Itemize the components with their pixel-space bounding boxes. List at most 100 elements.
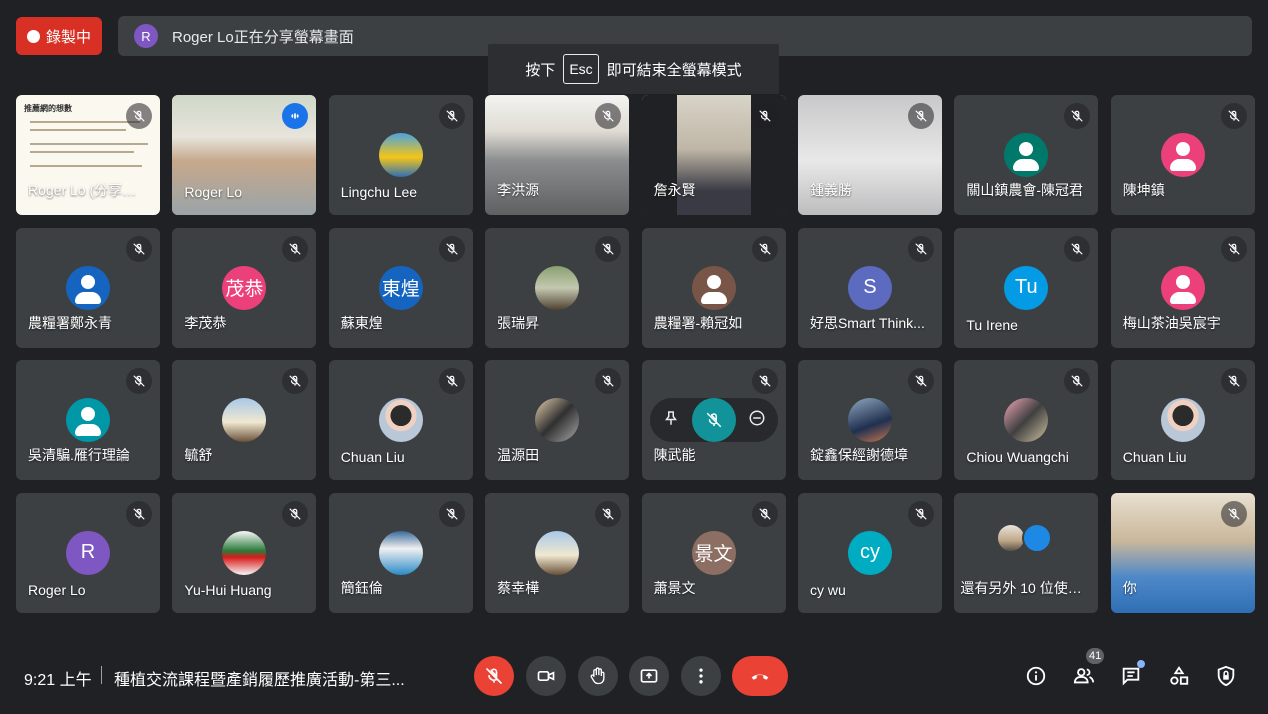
participant-name: 蘇東煌 xyxy=(340,314,383,331)
participant-tile[interactable]: 簡鈺倫 xyxy=(328,492,473,613)
participant-avatar xyxy=(691,265,736,310)
participant-grid: 推薦網的想數 Roger Lo (分享螢幕... Roger Lo Lingch… xyxy=(16,95,1255,613)
participant-tile[interactable]: 張瑞昇 xyxy=(485,227,630,348)
participant-tile[interactable]: Chiou Wuangchi xyxy=(954,360,1099,480)
pin-icon[interactable] xyxy=(662,409,680,432)
participant-tile[interactable]: 農糧署-賴冠如 xyxy=(641,227,786,348)
participant-tile[interactable]: 景文 蕭景文 xyxy=(641,492,786,613)
participant-tile[interactable]: 詹永賢 xyxy=(641,95,786,215)
host-controls-button[interactable] xyxy=(1210,660,1242,692)
recording-badge[interactable]: 錄製中 xyxy=(16,17,102,55)
mic-off-icon xyxy=(751,500,778,527)
participant-tile[interactable]: S 好思Smart Think... xyxy=(797,227,942,348)
presenter-avatar: R xyxy=(134,24,158,48)
participant-avatar xyxy=(1160,265,1205,310)
mic-off-icon xyxy=(438,500,465,527)
activities-button[interactable] xyxy=(1163,660,1195,692)
mic-off-icon xyxy=(438,103,465,129)
participant-tile[interactable]: Roger Lo xyxy=(172,95,317,215)
participant-tile[interactable]: Lingchu Lee xyxy=(328,95,473,215)
participant-tile[interactable]: R Roger Lo xyxy=(16,492,160,613)
participant-photo xyxy=(222,530,267,575)
clock: 9:21 上午 xyxy=(24,672,92,689)
participant-tile[interactable]: 東煌 蘇東煌 xyxy=(328,227,473,348)
participant-tile[interactable]: 茂恭 李茂恭 xyxy=(172,227,317,348)
participant-initials: 景文 xyxy=(691,530,736,575)
toast-prefix: 按下 xyxy=(525,61,556,79)
mic-off-icon xyxy=(126,368,152,394)
mic-off-icon xyxy=(126,500,152,527)
participant-tile[interactable]: 錠鑫保經謝德墇 xyxy=(797,360,942,480)
participant-photo xyxy=(535,265,580,310)
participant-photo xyxy=(1004,398,1049,442)
meeting-details-button[interactable] xyxy=(1020,660,1052,692)
more-vert-icon xyxy=(699,668,703,684)
participant-tile[interactable]: 李洪源 xyxy=(485,95,630,215)
participant-tile[interactable]: 鍾義勝 xyxy=(797,95,942,215)
end-call-icon xyxy=(751,674,769,680)
participant-name: 李洪源 xyxy=(497,182,540,198)
participant-tile[interactable]: Tu Tu Irene xyxy=(954,227,1099,348)
mic-off-icon xyxy=(907,235,934,262)
participant-name: 蔡幸樺 xyxy=(497,579,540,596)
participant-name: Yu-Hui Huang xyxy=(184,581,272,598)
participant-name: 毓舒 xyxy=(184,447,213,463)
participant-tile[interactable]: Chuan Liu xyxy=(328,360,473,480)
participant-tile[interactable]: 梅山茶油吳宸宇 xyxy=(1110,227,1255,348)
participant-photo xyxy=(535,398,580,442)
more-options-button[interactable] xyxy=(681,656,721,696)
participant-tile[interactable]: 推薦網的想數 Roger Lo (分享螢幕... xyxy=(16,95,160,215)
participant-name: 張瑞昇 xyxy=(497,314,540,331)
mic-off-icon xyxy=(1220,368,1247,394)
participant-name: 鍾義勝 xyxy=(809,182,852,198)
participant-tile[interactable]: Chuan Liu xyxy=(1110,360,1255,480)
participant-tile[interactable]: 温源田 xyxy=(485,360,630,480)
mic-off-icon xyxy=(595,103,622,129)
participant-tile[interactable]: 關山鎮農會-陳冠君 xyxy=(954,95,1099,215)
participant-name: Chiou Wuangchi xyxy=(966,449,1069,465)
remove-icon[interactable] xyxy=(748,409,766,432)
mic-off-icon xyxy=(282,368,309,394)
participant-name: Roger Lo (分享螢幕... xyxy=(28,182,150,198)
mute-participant-icon[interactable] xyxy=(691,398,736,442)
participant-tile[interactable]: 陳武能 xyxy=(641,360,786,480)
participant-tile[interactable]: 農糧署鄭永青 xyxy=(16,227,160,348)
raise-hand-button[interactable] xyxy=(578,656,618,696)
participant-tile[interactable]: Yu-Hui Huang xyxy=(172,492,317,613)
bottom-bar: 9:21 上午 種植交流課程暨產銷履歷推廣活動-第三... 41 xyxy=(0,636,1268,714)
others-tile[interactable]: 還有另外 10 位使用者 xyxy=(954,492,1099,613)
divider xyxy=(101,666,102,684)
mic-off-icon xyxy=(1220,235,1247,262)
camera-toggle-button[interactable] xyxy=(526,656,566,696)
recording-dot-icon xyxy=(26,29,40,43)
participant-tile[interactable]: 毓舒 xyxy=(172,360,317,480)
participant-name: Tu Irene xyxy=(966,316,1018,333)
participant-tile[interactable]: 陳坤鎮 xyxy=(1110,95,1255,215)
mic-off-icon xyxy=(907,500,934,527)
present-button[interactable] xyxy=(629,656,669,696)
recording-label: 錄製中 xyxy=(45,28,91,46)
people-button[interactable] xyxy=(1068,660,1100,692)
participant-initials: S xyxy=(847,265,892,310)
chat-notification-dot xyxy=(1137,660,1145,668)
participant-tile[interactable]: cy cy wu xyxy=(797,492,942,613)
others-label: 還有另外 10 位使用者 xyxy=(960,579,1091,596)
participant-name: 關山鎮農會-陳冠君 xyxy=(966,182,1084,198)
participant-tile[interactable]: 吳清騙.雁行理論 xyxy=(16,360,160,480)
participant-initials: cy xyxy=(847,530,892,575)
mic-off-icon xyxy=(595,368,622,394)
participant-name: Lingchu Lee xyxy=(340,184,418,200)
mic-off-icon xyxy=(751,235,778,262)
participant-avatar xyxy=(66,398,110,442)
esc-key: Esc xyxy=(563,54,599,84)
participant-name: 蕭景文 xyxy=(653,579,696,596)
participant-photo xyxy=(1160,398,1205,442)
tile-hover-controls xyxy=(649,398,778,442)
mic-off-icon xyxy=(282,235,309,262)
end-call-button[interactable] xyxy=(732,656,788,696)
mic-toggle-button[interactable] xyxy=(474,656,514,696)
self-tile[interactable]: 你 xyxy=(1110,492,1255,613)
participant-avatar xyxy=(66,265,110,310)
participant-name: 李茂恭 xyxy=(184,314,227,331)
participant-tile[interactable]: 蔡幸樺 xyxy=(485,492,630,613)
